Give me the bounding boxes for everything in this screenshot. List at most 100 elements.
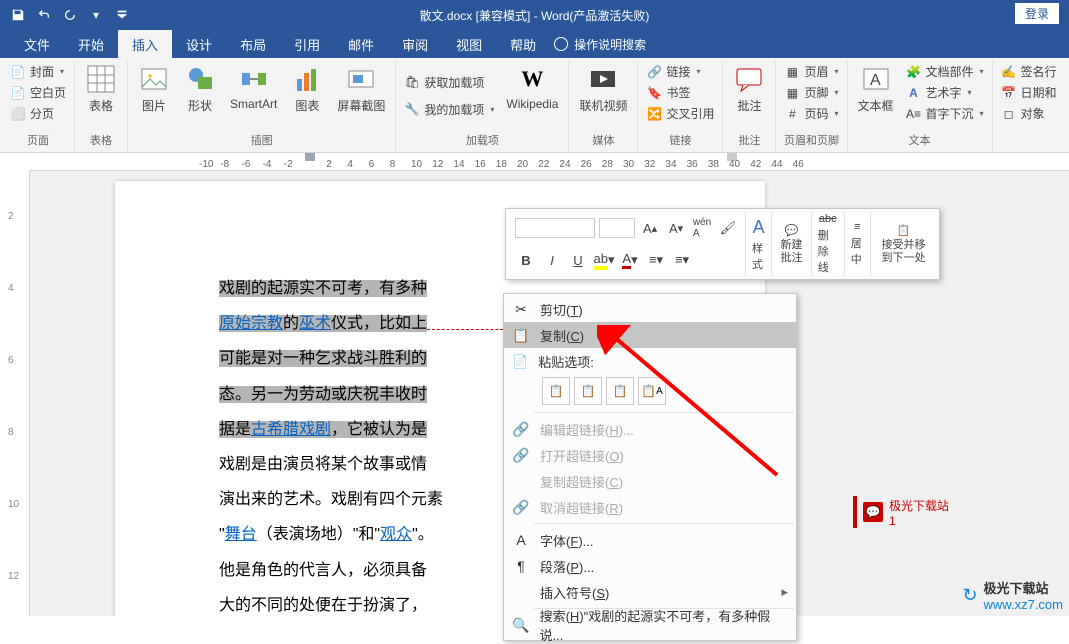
grow-font-button[interactable]: A▴	[639, 217, 661, 239]
bold-button[interactable]: B	[515, 249, 537, 271]
tab-layout[interactable]: 布局	[226, 29, 280, 60]
comment-bar	[853, 496, 857, 528]
bookmark-button[interactable]: 🔖书签	[642, 82, 718, 103]
dropcap-button[interactable]: A≡首字下沉▾	[902, 103, 988, 124]
ctx-paragraph[interactable]: ¶段落(P)...	[504, 553, 796, 579]
vertical-ruler[interactable]: 24681012	[0, 171, 30, 616]
link-audience[interactable]: 观众	[380, 526, 412, 543]
comment-marker[interactable]: 💬 极光下载站 1	[853, 496, 949, 528]
accept-next-button[interactable]: 📋接受并移到下一处	[871, 212, 936, 276]
signature-button[interactable]: ✍签名行	[997, 61, 1061, 82]
table-button[interactable]: 表格	[79, 61, 123, 130]
tell-me-search[interactable]: 操作说明搜索	[550, 36, 646, 53]
redo-icon[interactable]	[58, 3, 82, 27]
online-video-button[interactable]: 联机视频	[573, 61, 633, 130]
touch-mode-icon[interactable]: ▾	[84, 3, 108, 27]
group-illustrations: 图片 形状 SmartArt 图表 屏幕截图 插图	[128, 61, 396, 152]
paste-merge-formatting[interactable]: 📋	[574, 377, 602, 405]
tab-insert[interactable]: 插入	[118, 29, 172, 60]
comment-button[interactable]: 批注	[727, 61, 771, 130]
paste-icon: 📄	[512, 354, 528, 370]
object-button[interactable]: ◻对象	[997, 103, 1061, 124]
bullets-button[interactable]: ≡▾	[645, 249, 667, 271]
login-button[interactable]: 登录	[1015, 3, 1059, 24]
wordart-icon: A	[906, 85, 922, 101]
page-number-button[interactable]: #页码▾	[780, 103, 842, 124]
smartart-button[interactable]: SmartArt	[224, 61, 283, 130]
horizontal-ruler[interactable]: -10-8-6-4-224681012141618202224262830323…	[30, 153, 1069, 171]
wikipedia-icon: W	[516, 63, 548, 95]
chart-button[interactable]: 图表	[285, 61, 329, 130]
link-greek[interactable]: 古希腊戏剧	[251, 421, 331, 438]
center-button[interactable]: ≡居中	[845, 212, 871, 276]
search-icon: 🔍	[512, 616, 530, 634]
group-media: 联机视频 媒体	[569, 61, 638, 152]
comment-icon	[733, 63, 765, 95]
screenshot-button[interactable]: 屏幕截图	[331, 61, 391, 130]
strikethrough-button[interactable]: abc删除线	[812, 212, 845, 276]
format-painter-button[interactable]: 🖌	[717, 217, 739, 239]
tab-references[interactable]: 引用	[280, 29, 334, 60]
tab-mailings[interactable]: 邮件	[334, 29, 388, 60]
tab-home[interactable]: 开始	[64, 29, 118, 60]
my-addins-button[interactable]: 🔧我的加载项▾	[400, 99, 498, 120]
shapes-button[interactable]: 形状	[178, 61, 222, 130]
textbox-button[interactable]: A文本框	[852, 61, 900, 130]
page-break-button[interactable]: ⬜分页	[6, 103, 70, 124]
tab-file[interactable]: 文件	[10, 29, 64, 60]
tell-me-label: 操作说明搜索	[574, 36, 646, 53]
shapes-icon	[184, 63, 216, 95]
mini-toolbar: A▴ A▾ wénA 🖌 B I U ab▾ A▾ ≡▾ ≡▾ A样式 💬新建批…	[505, 208, 940, 280]
font-family-combo[interactable]	[515, 218, 595, 238]
header-button[interactable]: ▦页眉▾	[780, 61, 842, 82]
comment-number: 1	[889, 514, 949, 528]
new-comment-button[interactable]: 💬新建批注	[772, 212, 812, 276]
link-icon: 🔗	[646, 64, 662, 80]
link-religion[interactable]: 原始宗教	[219, 315, 283, 332]
indent-marker[interactable]	[305, 153, 315, 161]
tab-review[interactable]: 审阅	[388, 29, 442, 60]
numbering-button[interactable]: ≡▾	[671, 249, 693, 271]
ctx-cut[interactable]: ✂剪切(T)	[504, 296, 796, 322]
comment-badge-icon: 💬	[863, 502, 883, 522]
paste-text-only[interactable]: 📋A	[638, 377, 666, 405]
tab-help[interactable]: 帮助	[496, 29, 550, 60]
customize-qat-icon[interactable]	[110, 3, 134, 27]
pictures-button[interactable]: 图片	[132, 61, 176, 130]
ctx-insert-symbol[interactable]: 插入符号(S)▸	[504, 579, 796, 605]
footer-button[interactable]: ▦页脚▾	[780, 82, 842, 103]
paste-picture[interactable]: 📋	[606, 377, 634, 405]
tab-design[interactable]: 设计	[172, 29, 226, 60]
crossref-button[interactable]: 🔀交叉引用	[642, 103, 718, 124]
smartart-icon	[238, 63, 270, 95]
highlight-button[interactable]: ab▾	[593, 249, 615, 271]
link-stage[interactable]: 舞台	[225, 526, 257, 543]
paste-keep-formatting[interactable]: 📋	[542, 377, 570, 405]
cover-page-button[interactable]: 📄封面▾	[6, 61, 70, 82]
font-size-combo[interactable]	[599, 218, 635, 238]
get-addins-button[interactable]: 🛍获取加载项	[400, 72, 498, 93]
copy-icon: 📋	[512, 326, 530, 344]
quickparts-icon: 🧩	[906, 64, 922, 80]
tab-view[interactable]: 视图	[442, 29, 496, 60]
styles-button[interactable]: A样式	[746, 212, 772, 276]
blank-page-button[interactable]: 📄空白页	[6, 82, 70, 103]
ctx-open-hyperlink: 🔗打开超链接(O)	[504, 442, 796, 468]
link-witchcraft[interactable]: 巫术	[299, 315, 331, 332]
ctx-font[interactable]: A字体(F)...	[504, 527, 796, 553]
cut-icon: ✂	[512, 300, 530, 318]
datetime-button[interactable]: 📅日期和	[997, 82, 1061, 103]
font-color-button[interactable]: A▾	[619, 249, 641, 271]
wikipedia-button[interactable]: WWikipedia	[500, 61, 564, 130]
ctx-copy[interactable]: 📋复制(C)	[504, 322, 796, 348]
title-bar: ▾ 散文.docx [兼容模式] - Word(产品激活失败) 登录	[0, 0, 1069, 30]
wordart-button[interactable]: A艺术字▾	[902, 82, 988, 103]
link-button[interactable]: 🔗链接▾	[642, 61, 718, 82]
italic-button[interactable]: I	[541, 249, 563, 271]
underline-button[interactable]: U	[567, 249, 589, 271]
phonetic-button[interactable]: wénA	[691, 217, 713, 239]
shrink-font-button[interactable]: A▾	[665, 217, 687, 239]
quickparts-button[interactable]: 🧩文档部件▾	[902, 61, 988, 82]
save-icon[interactable]	[6, 3, 30, 27]
undo-icon[interactable]	[32, 3, 56, 27]
